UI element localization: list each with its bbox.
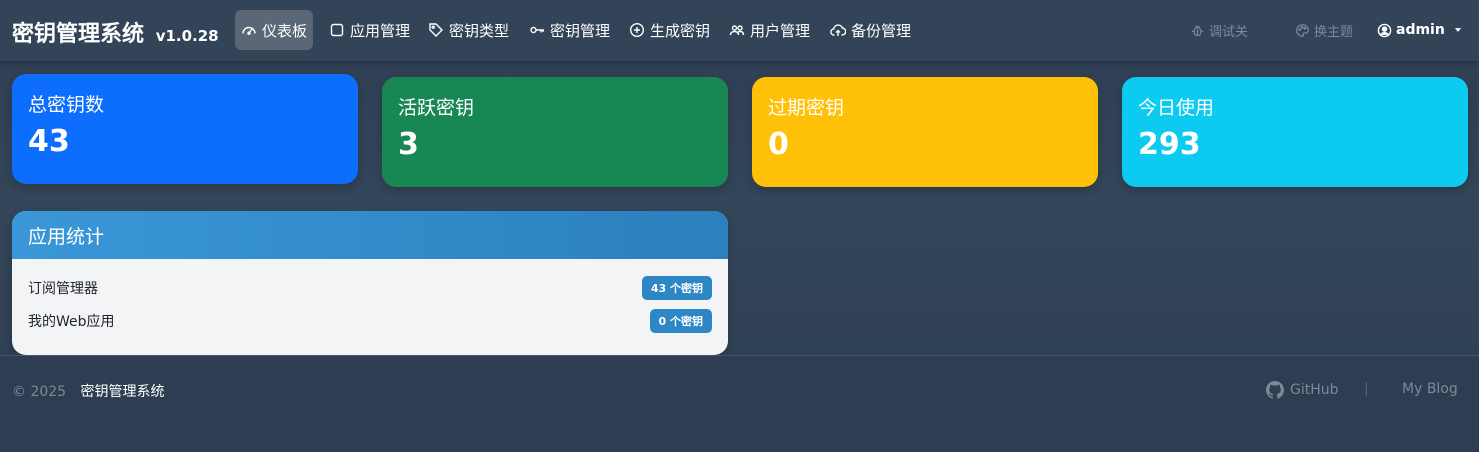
nav-item-label: 密钥管理 <box>550 21 611 40</box>
stat-card-total-keys: 总密钥数 43 <box>12 74 358 184</box>
plus-circle-icon <box>629 22 645 38</box>
square-icon <box>330 23 344 37</box>
stat-title: 总密钥数 <box>28 94 105 116</box>
palette-icon <box>1296 23 1309 37</box>
app-stats-card: 应用统计 订阅管理器 43 个密钥 我的Web应用 0 个密钥 <box>12 211 728 355</box>
app-stats-list: 订阅管理器 43 个密钥 我的Web应用 0 个密钥 <box>12 259 728 333</box>
theme-switch-button[interactable]: 换主题 <box>1295 20 1353 40</box>
nav-item-label: 用户管理 <box>750 21 811 40</box>
footer: © 2025 密钥管理系统 GitHub | My Blog <box>0 355 1479 422</box>
nav-item-backup[interactable]: 备份管理 <box>824 10 917 50</box>
nav-item-apps[interactable]: 应用管理 <box>323 10 416 50</box>
brand-title[interactable]: 密钥管理系统 <box>12 22 144 47</box>
user-circle-icon <box>1377 23 1392 37</box>
speedometer-icon <box>242 26 256 35</box>
github-icon <box>1266 381 1284 399</box>
github-link[interactable]: GitHub <box>1266 381 1339 399</box>
nav-item-generate-key[interactable]: 生成密钥 <box>623 10 716 50</box>
nav-item-label: 生成密钥 <box>650 21 711 40</box>
bug-icon <box>1191 25 1204 36</box>
stat-title: 过期密钥 <box>768 97 845 119</box>
stat-card-active-keys: 活跃密钥 3 <box>382 77 728 187</box>
tag-icon <box>429 23 443 37</box>
caret-down-icon <box>1454 28 1461 32</box>
brand[interactable]: 密钥管理系统 v1.0.28 <box>12 16 219 48</box>
stat-value: 0 <box>768 127 789 162</box>
user-menu[interactable]: admin <box>1377 20 1463 40</box>
nav-item-key-types[interactable]: 密钥类型 <box>422 10 515 50</box>
app-stats-title: 应用统计 <box>28 225 105 248</box>
nav-item-label: 备份管理 <box>851 21 912 40</box>
debug-label: 调试关 <box>1209 24 1249 40</box>
github-label: GitHub <box>1290 382 1339 398</box>
footer-separator: | <box>1364 381 1369 397</box>
username: admin <box>1396 22 1445 38</box>
nav-item-label: 仪表板 <box>262 21 308 40</box>
top-navbar: 密钥管理系统 v1.0.28 仪表板 应用管理 密钥类型 密钥管理 生成密钥 用… <box>0 0 1479 61</box>
list-item: 我的Web应用 0 个密钥 <box>28 308 712 333</box>
nav-item-users[interactable]: 用户管理 <box>723 10 816 50</box>
theme-label: 换主题 <box>1314 24 1354 40</box>
nav-item-label: 密钥类型 <box>449 21 510 40</box>
stat-title: 今日使用 <box>1138 97 1215 119</box>
debug-toggle[interactable]: 调试关 <box>1190 20 1248 40</box>
stat-value: 3 <box>398 127 419 162</box>
key-count-badge: 0 个密钥 <box>649 308 712 333</box>
key-icon <box>530 26 544 34</box>
footer-site-name[interactable]: 密钥管理系统 <box>81 384 165 400</box>
blog-link[interactable]: My Blog <box>1402 381 1458 397</box>
stat-value: 43 <box>28 124 70 159</box>
footer-copyright: © 2025 密钥管理系统 <box>12 381 165 401</box>
people-icon <box>729 25 745 36</box>
app-name: 我的Web应用 <box>28 313 115 330</box>
stat-title: 活跃密钥 <box>398 97 475 119</box>
copyright-text: © 2025 <box>12 384 67 400</box>
stat-card-today-usage: 今日使用 293 <box>1122 77 1468 187</box>
app-version: v1.0.28 <box>155 27 219 45</box>
nav-item-keys[interactable]: 密钥管理 <box>523 10 616 50</box>
app-stats-header: 应用统计 <box>12 211 728 259</box>
nav-item-dashboard[interactable]: 仪表板 <box>235 10 314 50</box>
nav-item-label: 应用管理 <box>350 21 411 40</box>
blog-label: My Blog <box>1402 381 1458 397</box>
list-item: 订阅管理器 43 个密钥 <box>28 275 712 300</box>
stat-card-expired-keys: 过期密钥 0 <box>752 77 1098 187</box>
stat-value: 293 <box>1138 127 1201 162</box>
app-name: 订阅管理器 <box>28 280 98 297</box>
cloud-upload-icon <box>830 24 846 36</box>
key-count-badge: 43 个密钥 <box>641 275 712 300</box>
